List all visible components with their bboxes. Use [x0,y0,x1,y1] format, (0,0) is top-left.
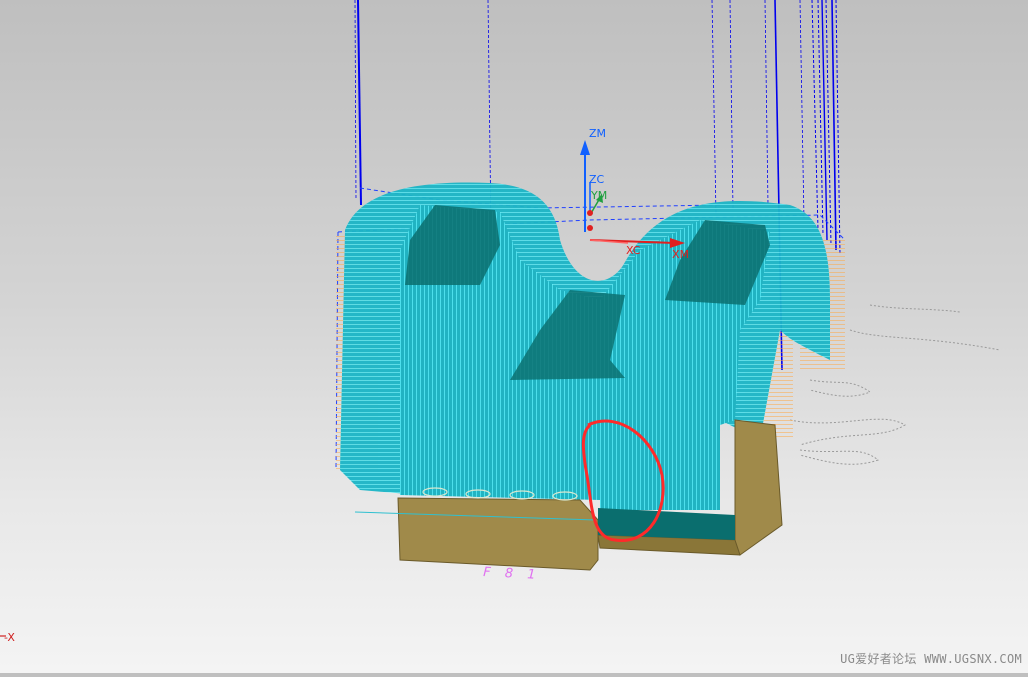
axis-label-ym: YM [590,189,607,202]
view-triad[interactable]: -X [0,631,15,644]
part-annotation: F 8 1 [483,565,541,583]
part-base-teal-strip [598,508,735,540]
axis-label-xm: XM [672,248,689,261]
part-base-left [397,497,599,571]
view-triad-label: -X [4,631,15,644]
axis-label-zc: ZC [589,173,605,186]
graphics-viewport[interactable]: ZM ZC YM XC XM F 8 1 -X [0,0,1028,673]
part-base-right [734,419,783,556]
watermark: UG爱好者论坛 WWW.UGSNX.COM [840,652,1022,666]
axis-label-xc: XC [626,244,641,257]
axis-label-zm: ZM [589,127,606,140]
